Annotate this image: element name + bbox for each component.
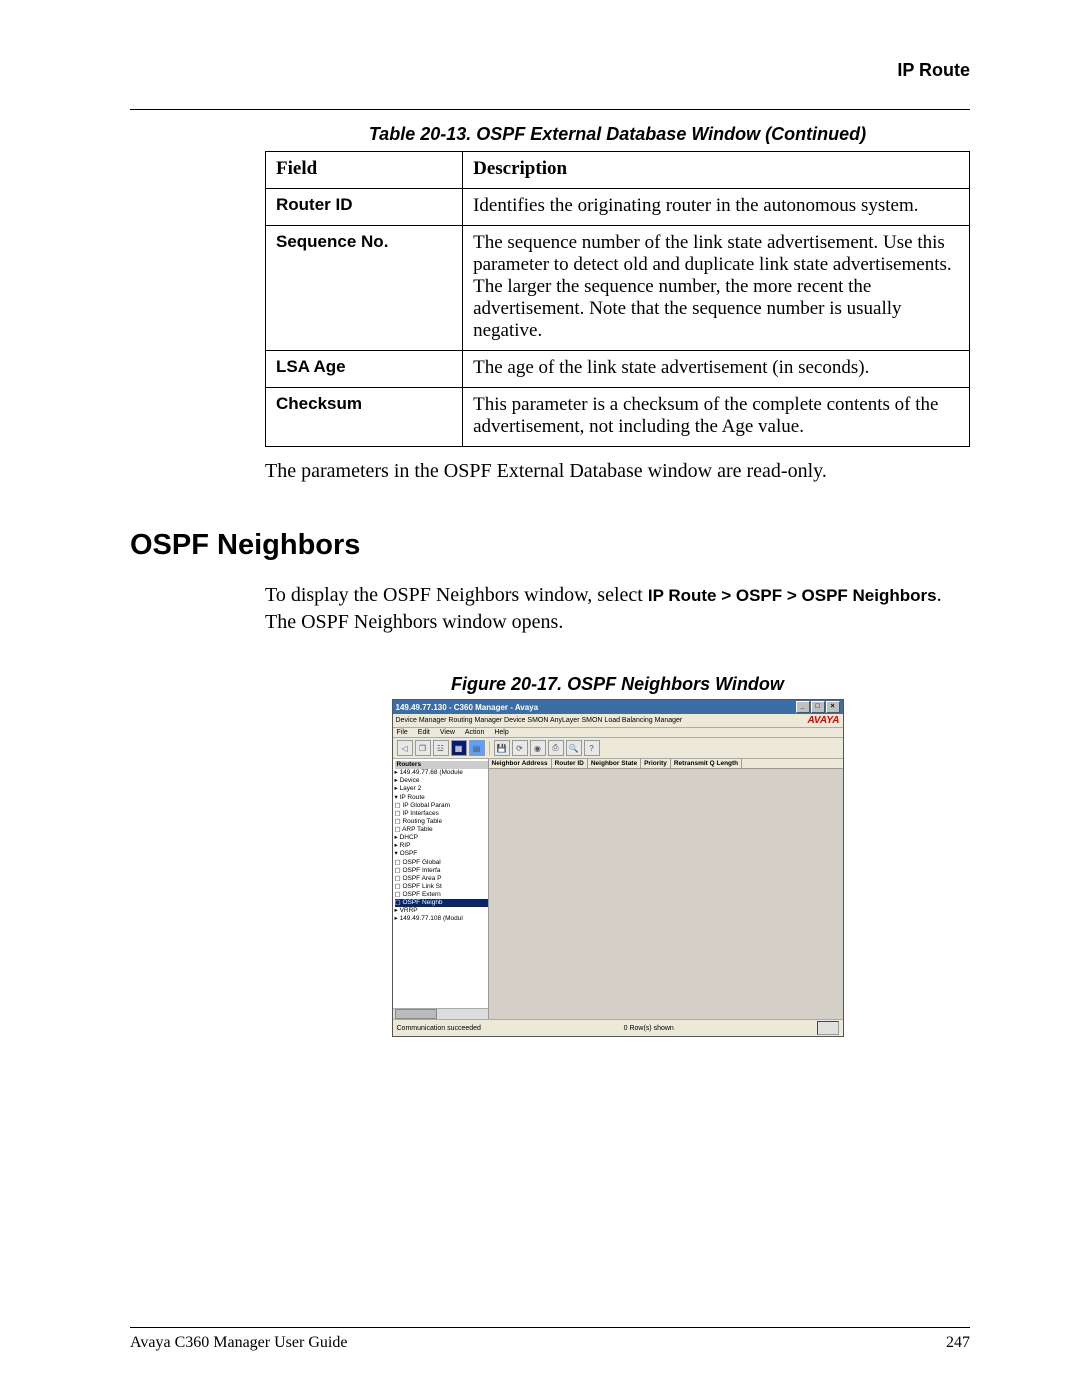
toolbar-separator: [489, 741, 490, 755]
tree-item[interactable]: ▸ DHCP: [395, 834, 488, 842]
status-bar: Communication succeeded 0 Row(s) shown: [393, 1019, 843, 1036]
tree-hscrollbar[interactable]: [393, 1008, 488, 1019]
field-desc: The age of the link state advertisement …: [463, 351, 970, 388]
ospf-external-table: Field Description Router ID Identifies t…: [265, 151, 970, 447]
tool-copy-icon[interactable]: ❐: [415, 740, 431, 756]
minimize-icon[interactable]: _: [796, 701, 810, 713]
field-desc: Identifies the originating router in the…: [463, 189, 970, 226]
tree-item[interactable]: ▸ Layer 2: [395, 785, 488, 793]
tree-item[interactable]: ▢ Routing Table: [395, 818, 488, 826]
th-field: Field: [266, 152, 463, 189]
brand-logo: AVAYA: [807, 715, 839, 726]
body-paragraph: To display the OSPF Neighbors window, se…: [265, 582, 970, 636]
manager-tabs: Device Manager Routing Manager Device SM…: [393, 714, 843, 728]
col-priority[interactable]: Priority: [641, 759, 671, 768]
header-rule: [130, 109, 970, 110]
tree-item[interactable]: ▸ RIP: [395, 842, 488, 850]
nav-tree[interactable]: Routers ▸ 149.49.77.68 (Module ▸ Device …: [393, 759, 489, 1019]
maximize-icon[interactable]: □: [811, 701, 825, 713]
col-retransmit[interactable]: Retransmit Q Length: [671, 759, 742, 768]
col-router-id[interactable]: Router ID: [552, 759, 588, 768]
col-neighbor-state[interactable]: Neighbor State: [588, 759, 641, 768]
menu-edit[interactable]: Edit: [418, 729, 430, 736]
page-footer: Avaya C360 Manager User Guide 247: [130, 1327, 970, 1352]
menu-bar[interactable]: File Edit View Action Help: [393, 728, 843, 738]
window-titlebar[interactable]: 149.49.77.130 - C360 Manager - Avaya _ □…: [393, 700, 843, 714]
table-note: The parameters in the OSPF External Data…: [265, 459, 970, 484]
field-desc: The sequence number of the link state ad…: [463, 226, 970, 351]
status-mid: 0 Row(s) shown: [624, 1025, 674, 1032]
tool-back-icon[interactable]: ◁: [397, 740, 413, 756]
grid-header-row: Neighbor Address Router ID Neighbor Stat…: [489, 759, 843, 769]
tool-help-icon[interactable]: ?: [584, 740, 600, 756]
tool-refresh-icon[interactable]: ⟳: [512, 740, 528, 756]
th-desc: Description: [463, 152, 970, 189]
tool-route-icon[interactable]: ▤: [469, 740, 485, 756]
menu-action[interactable]: Action: [465, 729, 484, 736]
data-grid[interactable]: Neighbor Address Router ID Neighbor Stat…: [489, 759, 843, 1019]
field-name: LSA Age: [266, 351, 463, 388]
col-neighbor-address[interactable]: Neighbor Address: [489, 759, 552, 768]
tree-item[interactable]: ▾ IP Route: [395, 794, 488, 802]
tree-item[interactable]: ▢ OSPF Extern: [395, 891, 488, 899]
tree-item[interactable]: ▸ VRRP: [395, 907, 488, 915]
field-name: Router ID: [266, 189, 463, 226]
menu-view[interactable]: View: [440, 729, 455, 736]
field-name: Checksum: [266, 388, 463, 447]
table-row: Router ID Identifies the originating rou…: [266, 189, 970, 226]
tool-print-icon[interactable]: ⎙: [548, 740, 564, 756]
figure-caption: Figure 20-17. OSPF Neighbors Window: [265, 674, 970, 695]
page-number: 247: [946, 1334, 970, 1352]
section-header: IP Route: [130, 60, 970, 81]
toolbar: ◁ ❐ ☳ ▦ ▤ 💾 ⟳ ◉ ⎙ 🔍 ?: [393, 738, 843, 759]
menu-file[interactable]: File: [397, 729, 408, 736]
close-icon[interactable]: ×: [826, 701, 840, 713]
scroll-thumb[interactable]: [395, 1009, 437, 1019]
tree-item[interactable]: ▢ OSPF Global: [395, 859, 488, 867]
tree-header: Routers: [395, 761, 488, 769]
tool-save-icon[interactable]: 💾: [494, 740, 510, 756]
field-name: Sequence No.: [266, 226, 463, 351]
table-row: Checksum This parameter is a checksum of…: [266, 388, 970, 447]
tree-item[interactable]: ▢ OSPF Area P: [395, 875, 488, 883]
window-title: 149.49.77.130 - C360 Manager - Avaya: [396, 703, 539, 712]
field-desc: This parameter is a checksum of the comp…: [463, 388, 970, 447]
tool-device-icon[interactable]: ▦: [451, 740, 467, 756]
section-heading: OSPF Neighbors: [130, 529, 970, 562]
tool-paste-icon[interactable]: ☳: [433, 740, 449, 756]
breadcrumb: IP Route > OSPF > OSPF Neighbors: [648, 586, 937, 605]
table-row: LSA Age The age of the link state advert…: [266, 351, 970, 388]
screenshot-window: 149.49.77.130 - C360 Manager - Avaya _ □…: [392, 699, 844, 1037]
tool-find-icon[interactable]: 🔍: [566, 740, 582, 756]
tree-item[interactable]: ▸ Device: [395, 777, 488, 785]
status-left: Communication succeeded: [397, 1025, 481, 1032]
table-row: Sequence No. The sequence number of the …: [266, 226, 970, 351]
table-caption: Table 20-13. OSPF External Database Wind…: [265, 124, 970, 145]
tree-item[interactable]: ▢ ARP Table: [395, 826, 488, 834]
tree-item[interactable]: ▢ OSPF Interfa: [395, 867, 488, 875]
tree-item[interactable]: ▢ IP Global Param: [395, 802, 488, 810]
tool-stop-icon[interactable]: ◉: [530, 740, 546, 756]
menu-help[interactable]: Help: [494, 729, 508, 736]
tree-item[interactable]: ▸ 149.49.77.68 (Module: [395, 769, 488, 777]
body-pre: To display the OSPF Neighbors window, se…: [265, 584, 648, 606]
tree-item[interactable]: ▢ OSPF Link St: [395, 883, 488, 891]
manager-tabs-text[interactable]: Device Manager Routing Manager Device SM…: [396, 717, 683, 724]
footer-title: Avaya C360 Manager User Guide: [130, 1334, 347, 1352]
tree-item[interactable]: ▸ 149.49.77.108 (Modul: [395, 915, 488, 923]
tree-item[interactable]: ▾ OSPF: [395, 850, 488, 858]
status-tray-icon: [817, 1021, 839, 1035]
tree-item[interactable]: ▢ IP Interfaces: [395, 810, 488, 818]
tree-item-selected[interactable]: ▢ OSPF Neighb: [395, 899, 488, 907]
